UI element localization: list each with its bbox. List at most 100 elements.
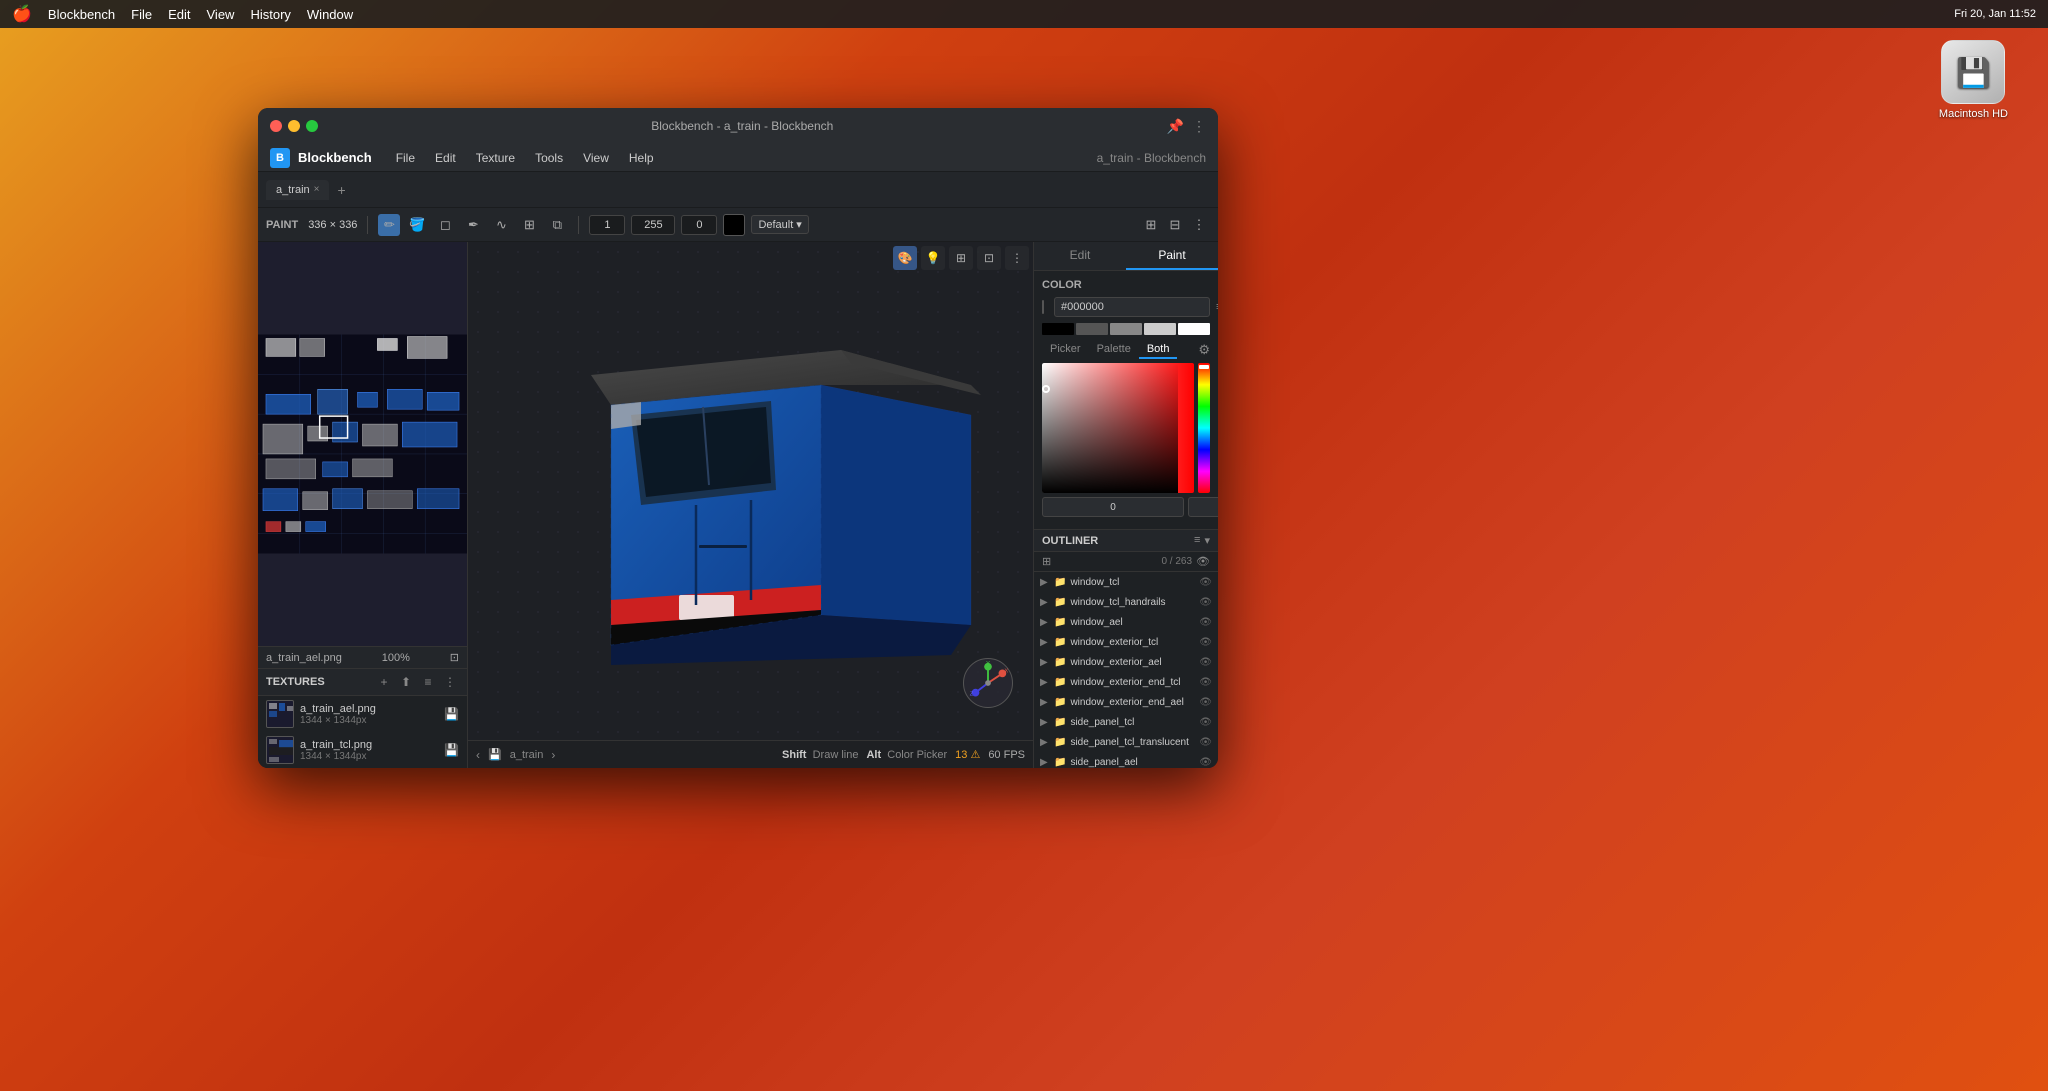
menu-texture[interactable]: Texture	[468, 149, 523, 167]
grid-toggle[interactable]: ⊞	[1140, 214, 1162, 236]
outliner-item-side-panel-tcl[interactable]: ▶ 📁 side_panel_tcl 👁	[1034, 712, 1218, 732]
color-tab-picker[interactable]: Picker	[1042, 341, 1089, 359]
texture-filename-label: a_train_ael.png	[266, 652, 342, 664]
menu-help[interactable]: Help	[621, 149, 662, 167]
menu-tools[interactable]: Tools	[527, 149, 571, 167]
outliner-expand-btn[interactable]: ▾	[1204, 534, 1210, 547]
outliner-item-window-exterior-end-tcl[interactable]: ▶ 📁 window_exterior_end_tcl 👁	[1034, 672, 1218, 692]
outliner-vis-toggle[interactable]: 👁	[1196, 555, 1210, 568]
left-panel: a_train_ael.png 100% ⊡ TEXTURES + ⬆ ≡ ⋮	[258, 242, 468, 768]
menubar-history[interactable]: History	[250, 7, 290, 22]
vp-more-btn[interactable]: ⋮	[1005, 246, 1029, 270]
clone-tool[interactable]: ⊞	[518, 214, 540, 236]
menubar-file[interactable]: File	[131, 7, 152, 22]
outliner-item-side-panel-ael[interactable]: ▶ 📁 side_panel_ael 👁	[1034, 752, 1218, 768]
menubar-app[interactable]: Blockbench	[48, 7, 115, 22]
viewport[interactable]: 🎨 💡 ⊞ ⊡ ⋮	[468, 242, 1033, 768]
nav-next-btn[interactable]: ›	[551, 748, 555, 762]
hue-slider[interactable]	[1198, 363, 1210, 493]
color-hex-input[interactable]	[1054, 297, 1210, 317]
nav-prev-btn[interactable]: ‹	[476, 748, 480, 762]
texture-save-ael[interactable]: 💾	[444, 707, 459, 721]
eraser-tool[interactable]: ◻	[434, 214, 456, 236]
textures-menu-btn[interactable]: ≡	[419, 673, 437, 691]
svg-text:Z: Z	[970, 691, 974, 697]
tab-add-btn[interactable]: +	[337, 182, 345, 198]
picker-cursor	[1042, 385, 1050, 393]
color-section-menu[interactable]: ≡	[1216, 301, 1218, 313]
apple-menu[interactable]: 🍎	[12, 4, 32, 24]
minimize-button[interactable]	[288, 120, 300, 132]
merge-tool[interactable]: ⧉	[546, 214, 568, 236]
pencil-tool[interactable]: ✏	[378, 214, 400, 236]
color-tab-both[interactable]: Both	[1139, 341, 1178, 359]
tab-edit[interactable]: Edit	[1034, 242, 1126, 270]
close-button[interactable]	[270, 120, 282, 132]
viewport-bottom-bar: ‹ 💾 a_train › Shift Draw line Alt Color …	[468, 740, 1033, 768]
vp-light-btn[interactable]: 💡	[921, 246, 945, 270]
warning-count: 13 ⚠	[955, 748, 980, 761]
color-gradient	[1042, 363, 1194, 493]
size-input-1[interactable]	[589, 215, 625, 235]
outliner-item-window-exterior-end-ael[interactable]: ▶ 📁 window_exterior_end_ael 👁	[1034, 692, 1218, 712]
vp-grid-btn[interactable]: ⊞	[949, 246, 973, 270]
textures-actions: + ⬆ ≡ ⋮	[375, 673, 459, 691]
desktop-icon-macintoshhd[interactable]: 💾 Macintosh HD	[1939, 40, 2008, 120]
size-input-2[interactable]	[631, 215, 675, 235]
textures-more-btn[interactable]: ⋮	[441, 673, 459, 691]
menubar-edit[interactable]: Edit	[168, 7, 190, 22]
outliner-header-actions: ≡ ▾	[1194, 534, 1210, 547]
red-input[interactable]	[1042, 497, 1184, 517]
texture-item-ael[interactable]: a_train_ael.png 1344 × 1344px 💾	[258, 696, 467, 732]
texture-zoom: 100%	[382, 652, 410, 664]
more-options[interactable]: ⋮	[1188, 214, 1210, 236]
color-picker-area[interactable]	[1042, 363, 1210, 493]
fill-tool[interactable]: 🪣	[406, 214, 428, 236]
texture-item-tcl[interactable]: a_train_tcl.png 1344 × 1344px 💾	[258, 732, 467, 768]
layout-toggle[interactable]: ⊟	[1164, 214, 1186, 236]
svg-text:X: X	[1004, 668, 1008, 674]
vp-texture-btn[interactable]: 🎨	[893, 246, 917, 270]
color-tab-palette[interactable]: Palette	[1089, 341, 1139, 359]
train-3d-model	[511, 305, 991, 705]
more-icon[interactable]: ⋮	[1192, 118, 1206, 135]
tab-paint[interactable]: Paint	[1126, 242, 1218, 270]
outliner-item-window-ael[interactable]: ▶ 📁 window_ael 👁	[1034, 612, 1218, 632]
menu-view[interactable]: View	[575, 149, 617, 167]
menu-edit[interactable]: Edit	[427, 149, 464, 167]
tab-close-btn[interactable]: ×	[314, 184, 320, 195]
outliner-item-side-panel-tcl-trans[interactable]: ▶ 📁 side_panel_tcl_translucent 👁	[1034, 732, 1218, 752]
tab-a-train[interactable]: a_train ×	[266, 180, 329, 200]
mode-dropdown[interactable]: Default ▾	[751, 215, 808, 234]
color-swatch[interactable]	[723, 214, 745, 236]
color-sub-tabs: Picker Palette Both ⚙	[1042, 341, 1210, 359]
menu-file[interactable]: File	[388, 149, 423, 167]
color-settings-icon[interactable]: ⚙	[1198, 342, 1210, 358]
vp-layout-btn[interactable]: ⊡	[977, 246, 1001, 270]
right-panel-tabs: Edit Paint	[1034, 242, 1218, 271]
texture-save-tcl[interactable]: 💾	[444, 743, 459, 757]
color-preview-row	[1042, 323, 1210, 335]
add-texture-btn[interactable]: +	[375, 673, 393, 691]
menubar-window[interactable]: Window	[307, 7, 353, 22]
app-brand: Blockbench	[298, 150, 372, 165]
traffic-lights	[270, 120, 318, 132]
nav-label: a_train	[510, 749, 544, 761]
maximize-button[interactable]	[306, 120, 318, 132]
texture-fullscreen-icon[interactable]: ⊡	[450, 651, 459, 664]
size-input-3[interactable]	[681, 215, 717, 235]
import-texture-btn[interactable]: ⬆	[397, 673, 415, 691]
gizmo-circle: X Y Z	[963, 658, 1013, 708]
menubar-view[interactable]: View	[207, 7, 235, 22]
outliner-item-window-tcl-handrails[interactable]: ▶ 📁 window_tcl_handrails 👁	[1034, 592, 1218, 612]
texture-canvas[interactable]	[258, 242, 467, 646]
outliner-item-window-exterior-ael[interactable]: ▶ 📁 window_exterior_ael 👁	[1034, 652, 1218, 672]
green-input[interactable]	[1188, 497, 1218, 517]
viewport-mode-group: ⊞ ⊟ ⋮	[1140, 214, 1210, 236]
eyedropper-tool[interactable]: ✒	[462, 214, 484, 236]
smudge-tool[interactable]: ∿	[490, 214, 512, 236]
pin-icon[interactable]: 📌	[1167, 118, 1184, 135]
outliner-item-window-exterior-tcl[interactable]: ▶ 📁 window_exterior_tcl 👁	[1034, 632, 1218, 652]
outliner-item-window-tcl[interactable]: ▶ 📁 window_tcl 👁	[1034, 572, 1218, 592]
outliner-menu-btn[interactable]: ≡	[1194, 534, 1200, 547]
